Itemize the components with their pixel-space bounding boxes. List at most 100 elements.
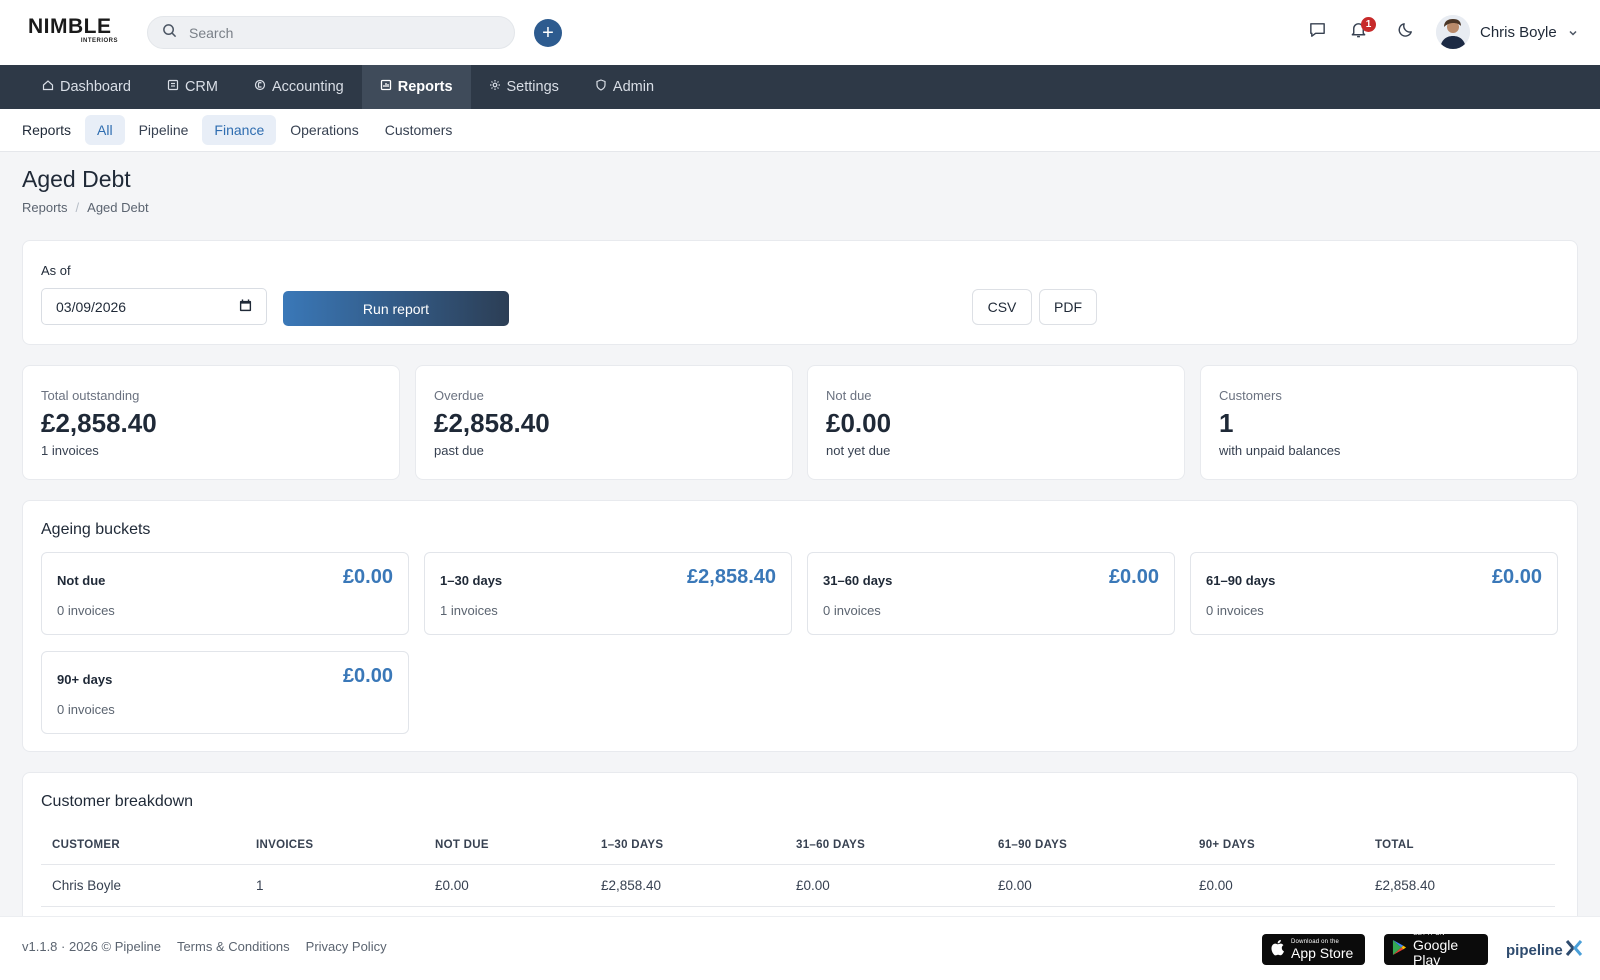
logo-subtext: INTERIORS (80, 38, 118, 44)
bucket-count: 1 invoices (440, 603, 498, 618)
column-header[interactable]: CUSTOMER (41, 827, 245, 865)
run-report-button[interactable]: Run report (283, 291, 509, 326)
as-of-date-input[interactable]: 03/09/2026 (41, 288, 267, 325)
stat-value: £2,858.40 (434, 408, 550, 438)
chip-all[interactable]: All (85, 115, 125, 145)
bucket-amount: £0.00 (342, 665, 393, 687)
coin-icon (254, 79, 266, 95)
stat-subtext: past due (434, 443, 484, 458)
subnav-title: Reports (22, 122, 72, 138)
user-menu[interactable]: Chris Boyle (1436, 15, 1579, 49)
breadcrumb-current: Aged Debt (87, 200, 149, 215)
nav-label: Dashboard (60, 79, 131, 95)
stat-card-not-due: Not due £0.00 not yet due (807, 365, 1185, 480)
bucket-name: 90+ days (57, 672, 113, 687)
report-category-nav: Reports All Pipeline Finance Operations … (0, 109, 1600, 152)
bucket-amount: £0.00 (1108, 566, 1159, 588)
stat-label: Customers (1219, 388, 1282, 403)
plus-icon: + (542, 22, 554, 44)
pipeline-x-icon (1565, 939, 1583, 961)
ageing-buckets-card: Ageing buckets Not due £0.00 0 invoices … (22, 500, 1578, 752)
home-icon (42, 79, 54, 95)
privacy-link[interactable]: Privacy Policy (306, 939, 387, 954)
stat-value: £0.00 (826, 408, 892, 438)
stat-card-customers: Customers 1 with unpaid balances (1200, 365, 1578, 480)
cell-61-90-days: £0.00 (987, 864, 1188, 907)
notification-count-badge: 1 (1361, 17, 1376, 32)
google-play-text: GET IT ON Google Play (1413, 931, 1480, 968)
cell-31-60-days: £0.00 (785, 864, 987, 907)
cell-1-30-days: £2,858.40 (590, 864, 785, 907)
bucket-not-due: Not due £0.00 0 invoices (41, 552, 409, 635)
nav-label: Reports (397, 79, 453, 95)
column-header[interactable]: 90+ DAYS (1188, 827, 1364, 865)
nav-dashboard[interactable]: Dashboard (0, 65, 149, 109)
bucket-name: 61–90 days (1206, 573, 1276, 588)
bucket-amount: £2,858.40 (687, 566, 776, 588)
app-store-text: Download on the App Store (1291, 939, 1353, 961)
nav-label: CRM (184, 79, 218, 95)
bucket-count: 0 invoices (823, 603, 881, 618)
search-bar[interactable] (147, 16, 515, 49)
search-input[interactable] (189, 24, 489, 41)
report-filter-card: As of 03/09/2026 Run report CSV PDF (22, 240, 1578, 345)
theme-toggle-button[interactable] (1394, 20, 1418, 44)
version-text: v1.1.8 · 2026 © Pipeline (22, 939, 161, 954)
chip-finance[interactable]: Finance (202, 115, 277, 145)
calendar-icon (239, 298, 252, 315)
column-header[interactable]: 61–90 DAYS (987, 827, 1188, 865)
export-csv-button[interactable]: CSV (972, 289, 1032, 325)
bucket-count: 0 invoices (57, 702, 115, 717)
terms-link[interactable]: Terms & Conditions (177, 939, 290, 954)
bucket-count: 0 invoices (1206, 603, 1264, 618)
table-row[interactable]: Chris Boyle 1 £0.00 £2,858.40 £0.00 £0.0… (41, 864, 1555, 907)
gear-icon (489, 79, 501, 95)
bucket-1-30-days: 1–30 days £2,858.40 1 invoices (424, 552, 792, 635)
page-footer: v1.1.8 · 2026 © Pipeline Terms & Conditi… (0, 916, 1600, 980)
cell-total: £2,858.40 (1364, 864, 1555, 907)
cell-not-due: £0.00 (424, 864, 590, 907)
nav-crm[interactable]: CRM (149, 65, 236, 109)
chat-icon (1308, 20, 1327, 44)
nav-label: Admin (612, 79, 655, 95)
company-logo[interactable]: NIMBLE INTERIORS (28, 16, 120, 46)
messages-button[interactable] (1305, 20, 1329, 44)
bucket-31-60-days: 31–60 days £0.00 0 invoices (807, 552, 1175, 635)
column-header[interactable]: INVOICES (245, 827, 424, 865)
nav-accounting[interactable]: Accounting (236, 65, 362, 109)
column-header[interactable]: NOT DUE (424, 827, 590, 865)
chip-pipeline[interactable]: Pipeline (127, 115, 201, 145)
chevron-down-icon (1567, 26, 1579, 38)
column-header[interactable]: 1–30 DAYS (590, 827, 785, 865)
pipeline-logo[interactable]: pipeline (1506, 939, 1583, 961)
bucket-amount: £0.00 (342, 566, 393, 588)
bucket-61-90-days: 61–90 days £0.00 0 invoices (1190, 552, 1558, 635)
nav-reports[interactable]: Reports (361, 65, 471, 109)
bucket-name: 1–30 days (440, 573, 503, 588)
stat-label: Not due (826, 388, 872, 403)
stat-label: Total outstanding (41, 388, 140, 403)
bucket-90-plus-days: 90+ days £0.00 0 invoices (41, 651, 409, 734)
quick-add-button[interactable]: + (534, 19, 562, 47)
column-header[interactable]: 31–60 DAYS (785, 827, 987, 865)
column-header[interactable]: TOTAL (1364, 827, 1555, 865)
section-title: Customer breakdown (41, 793, 194, 810)
breadcrumb-separator: / (75, 200, 80, 215)
nav-settings[interactable]: Settings (471, 65, 577, 109)
breadcrumb-reports[interactable]: Reports (22, 200, 68, 215)
play-icon (1392, 939, 1407, 961)
apple-icon (1270, 939, 1285, 961)
as-of-label: As of (41, 263, 71, 278)
export-pdf-button[interactable]: PDF (1039, 289, 1097, 325)
shield-icon (595, 79, 607, 95)
notifications-button[interactable]: 1 (1346, 17, 1376, 44)
nav-admin[interactable]: Admin (577, 65, 672, 109)
chip-customers[interactable]: Customers (373, 115, 465, 145)
stat-subtext: not yet due (826, 443, 891, 458)
app-store-badge[interactable]: Download on the App Store (1262, 934, 1365, 965)
google-play-badge[interactable]: GET IT ON Google Play (1384, 931, 1488, 968)
search-icon (162, 23, 177, 43)
bucket-amount: £0.00 (1491, 566, 1542, 588)
chip-operations[interactable]: Operations (278, 115, 370, 145)
google-play-big-text: Google Play (1413, 937, 1459, 968)
